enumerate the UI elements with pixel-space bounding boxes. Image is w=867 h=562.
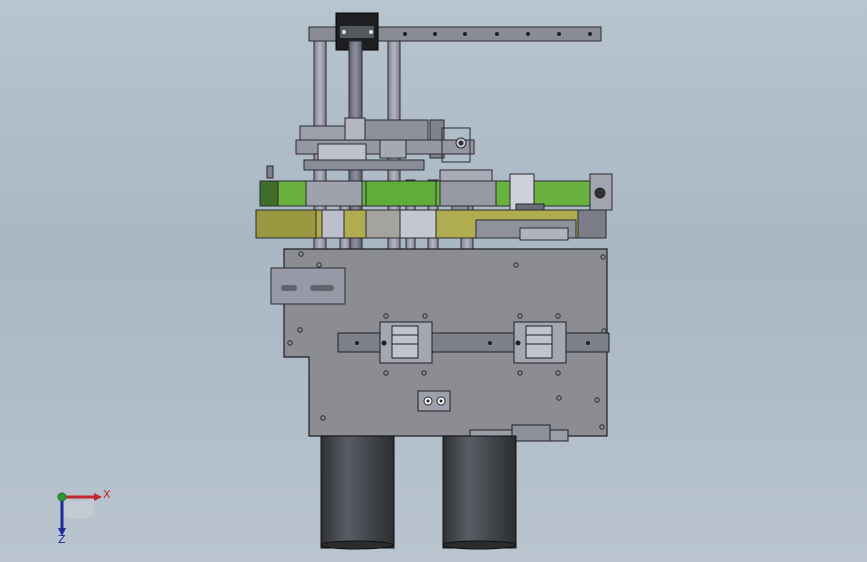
x-axis-label: X — [103, 488, 111, 501]
cylinder-left[interactable] — [320, 435, 395, 549]
y-axis-dot-icon — [57, 492, 67, 502]
machine-model[interactable] — [255, 12, 613, 550]
linear-guide-rail[interactable] — [337, 332, 610, 353]
z-axis-label: Z — [58, 533, 66, 546]
green-conveyor-belt[interactable] — [259, 173, 613, 211]
cad-viewport[interactable]: X Z — [0, 0, 867, 562]
slider-block-right[interactable] — [513, 321, 567, 364]
yellow-conveyor-belt[interactable] — [255, 209, 607, 241]
main-plate[interactable] — [270, 248, 610, 442]
slider-block-left[interactable] — [379, 321, 433, 364]
cylinder-right[interactable] — [442, 435, 517, 549]
cylinders[interactable] — [320, 435, 517, 550]
axis-triad: X Z — [57, 488, 111, 546]
